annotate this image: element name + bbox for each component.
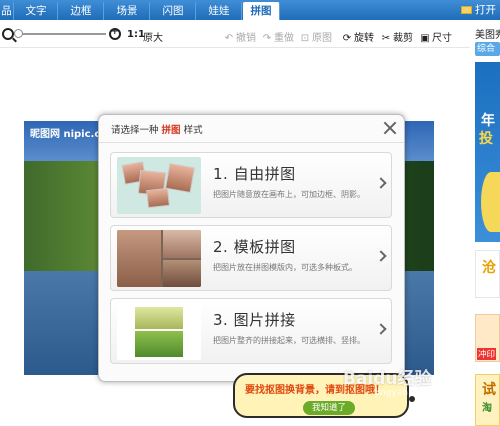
right-panel: 美图秀秀 综合 年 投 沧 冲印 试 淘 bbox=[473, 22, 500, 426]
zoom-slider[interactable] bbox=[18, 33, 106, 35]
redo-label: 重做 bbox=[274, 33, 294, 44]
size-button[interactable]: ▣ 尺寸 bbox=[420, 29, 452, 44]
ad-banner-4-subtext: 淘 bbox=[482, 403, 492, 414]
rotate-button[interactable]: ⟳ 旋转 bbox=[342, 29, 374, 44]
image-stitch-thumbnail bbox=[117, 303, 201, 360]
ad-banner-1-text-2: 投 bbox=[479, 131, 493, 147]
ad-banner-4[interactable]: 试 淘 bbox=[475, 374, 500, 426]
ad-banner-1-text: 年 bbox=[481, 113, 495, 129]
crop-button[interactable]: ✂ 裁剪 bbox=[381, 29, 413, 44]
option-template-collage-desc: 把图片放在拼图模版内，可选多种板式。 bbox=[213, 263, 357, 272]
dialog-divider bbox=[99, 142, 404, 143]
baidu-watermark-url: jingyan.baidu.com bbox=[375, 388, 459, 398]
undo-button[interactable]: ↶ 撤销 bbox=[224, 29, 256, 44]
zoom-slider-handle[interactable] bbox=[14, 29, 23, 38]
tab-collage[interactable]: 拼图 bbox=[243, 2, 280, 20]
dialog-title-suffix: 样式 bbox=[183, 125, 203, 136]
open-button-label: 打开 bbox=[475, 4, 496, 16]
option-image-stitch[interactable]: 3. 图片拼接 把图片整齐的拼接起来，可选横排、竖排。 bbox=[110, 298, 392, 364]
folder-icon bbox=[461, 6, 472, 14]
dialog-title-prefix: 请选择一种 bbox=[111, 125, 159, 136]
collage-style-dialog: 请选择一种 拼图 样式 1. 自由拼图 把图片随意放在画布上，可加边框、阴影。 … bbox=[98, 114, 405, 382]
tab-text[interactable]: 文字 bbox=[15, 2, 58, 20]
option-image-stitch-desc: 把图片整齐的拼接起来，可选横排、竖排。 bbox=[213, 336, 365, 345]
option-template-collage-title: 2. 模板拼图 bbox=[213, 238, 296, 256]
chevron-right-icon bbox=[375, 250, 387, 262]
original-image-label: 原图 bbox=[312, 33, 332, 44]
open-button[interactable]: 打开 bbox=[458, 2, 500, 18]
tab-doll[interactable]: 娃娃 bbox=[197, 2, 242, 20]
got-it-button[interactable]: 我知道了 bbox=[303, 401, 355, 415]
dialog-title-highlight: 拼图 bbox=[161, 125, 181, 136]
zoom-out-icon[interactable] bbox=[2, 28, 14, 40]
rotate-icon: ⟳ bbox=[342, 33, 352, 44]
chevron-right-icon bbox=[375, 323, 387, 335]
tab-scene[interactable]: 场景 bbox=[105, 2, 150, 20]
original-size-button[interactable]: 原大 bbox=[143, 29, 163, 44]
original-image-icon: ⊡ bbox=[300, 33, 310, 44]
ad-banner-2-text: 沧 bbox=[482, 260, 496, 276]
size-label: 尺寸 bbox=[432, 33, 452, 44]
option-free-collage-title: 1. 自由拼图 bbox=[213, 165, 296, 183]
right-panel-title: 美图秀秀 bbox=[475, 30, 500, 41]
size-icon: ▣ bbox=[420, 33, 430, 44]
redo-button[interactable]: ↷ 重做 bbox=[262, 29, 294, 44]
tab-border[interactable]: 边框 bbox=[59, 2, 104, 20]
redo-icon: ↷ bbox=[262, 33, 272, 44]
crop-label: 裁剪 bbox=[393, 33, 413, 44]
original-image-button[interactable]: ⊡ 原图 bbox=[300, 29, 332, 44]
undo-label: 撤销 bbox=[236, 33, 256, 44]
baidu-watermark: Baidu经验 bbox=[343, 369, 432, 389]
option-free-collage-desc: 把图片随意放在画布上，可加边框、阴影。 bbox=[213, 190, 365, 199]
ad-banner-4-text: 试 bbox=[482, 382, 496, 398]
dialog-title: 请选择一种 拼图 样式 bbox=[111, 122, 203, 136]
ad-banner-1[interactable]: 年 投 bbox=[475, 62, 500, 242]
free-collage-thumbnail bbox=[117, 157, 201, 214]
ad-banner-1-graphic bbox=[481, 172, 500, 232]
close-icon[interactable] bbox=[382, 120, 398, 136]
top-tab-bar: 品 文字 边框 场景 闪图 娃娃 拼图 打开 bbox=[0, 0, 500, 20]
right-panel-button[interactable]: 综合 bbox=[475, 42, 500, 56]
ad-banner-2[interactable]: 沧 bbox=[475, 250, 500, 298]
tab-flash[interactable]: 闪图 bbox=[151, 2, 196, 20]
rotate-label: 旋转 bbox=[354, 33, 374, 44]
tab-product[interactable]: 品 bbox=[0, 2, 14, 20]
undo-icon: ↶ bbox=[224, 33, 234, 44]
option-free-collage[interactable]: 1. 自由拼图 把图片随意放在画布上，可加边框、阴影。 bbox=[110, 152, 392, 218]
chevron-right-icon bbox=[375, 177, 387, 189]
toolbar: 1:1 原大 ↶撤销 ↷重做 ⊡原图 ⟳旋转 ✂裁剪 ▣尺寸 bbox=[0, 22, 470, 48]
ad-banner-3[interactable]: 冲印 bbox=[475, 314, 500, 362]
zoom-in-icon[interactable] bbox=[109, 27, 121, 40]
ad-banner-3-label: 冲印 bbox=[477, 348, 497, 360]
option-image-stitch-title: 3. 图片拼接 bbox=[213, 311, 296, 329]
template-collage-thumbnail bbox=[117, 230, 201, 287]
crop-icon: ✂ bbox=[381, 33, 391, 44]
option-template-collage[interactable]: 2. 模板拼图 把图片放在拼图模版内，可选多种板式。 bbox=[110, 225, 392, 291]
